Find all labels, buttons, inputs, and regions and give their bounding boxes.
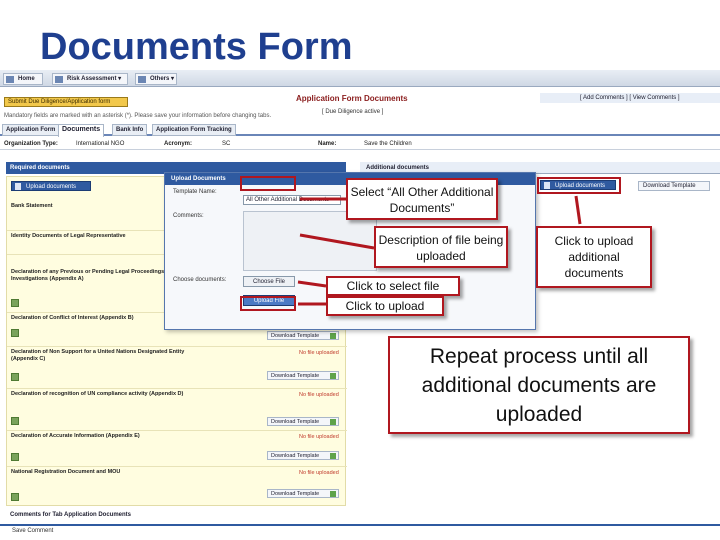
connector-upload-additional — [574, 195, 582, 225]
connector-select-file — [297, 280, 327, 288]
callout-repeat-process: Repeat process until all additional docu… — [388, 336, 690, 434]
callout-upload-additional: Click to upload additional documents — [536, 226, 652, 288]
connector-description — [299, 233, 375, 250]
callout-upload: Click to upload — [326, 296, 444, 316]
callout-description: Description of file being uploaded — [374, 226, 508, 268]
callout-select-file: Click to select file — [326, 276, 460, 296]
callout-select-template: Select “All Other Additional Documents” — [346, 178, 498, 220]
